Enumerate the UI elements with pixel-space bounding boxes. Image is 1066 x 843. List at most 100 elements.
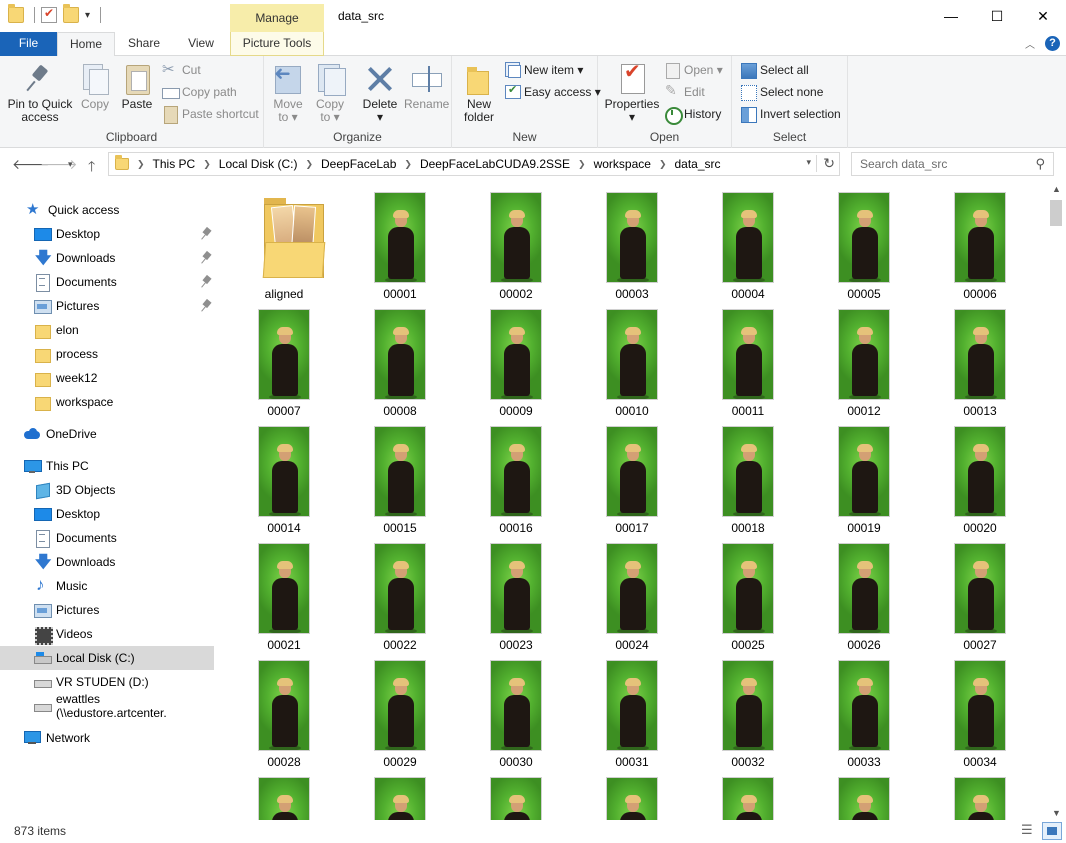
image-file-item[interactable]: 00022 [350, 531, 450, 652]
image-file-item[interactable] [698, 765, 798, 820]
image-file-item[interactable]: 00024 [582, 531, 682, 652]
select-all-button[interactable]: Select all [740, 60, 809, 80]
easy-access-button[interactable]: Easy access ▾ [504, 82, 601, 102]
image-file-item[interactable]: 00023 [466, 531, 566, 652]
details-view-icon[interactable] [1018, 822, 1038, 840]
nav-pc-desktop[interactable]: Desktop [0, 502, 214, 526]
image-file-item[interactable]: 00015 [350, 414, 450, 535]
image-file-item[interactable]: 00017 [582, 414, 682, 535]
vertical-scrollbar[interactable]: ▲ ▼ [1048, 180, 1065, 820]
nav-qa-workspace[interactable]: workspace [0, 390, 214, 414]
nav-pc-local-disk[interactable]: Local Disk (C:) [0, 646, 214, 670]
chevron-right-icon[interactable]: ❯ [659, 159, 667, 170]
nav-qa-elon[interactable]: elon [0, 318, 214, 342]
folder-item-aligned[interactable]: aligned [234, 180, 334, 301]
image-file-item[interactable]: 00031 [582, 648, 682, 769]
nav-quick-access[interactable]: Quick access [0, 198, 214, 222]
nav-this-pc[interactable]: This PC [0, 454, 214, 478]
image-file-item[interactable]: 00010 [582, 297, 682, 418]
tab-view[interactable]: View [176, 32, 226, 56]
nav-pc-downloads[interactable]: Downloads [0, 550, 214, 578]
folder-icon[interactable] [8, 4, 24, 23]
nav-pc-vr-studen[interactable]: VR STUDEN (D:) [0, 670, 214, 694]
nav-qa-desktop[interactable]: Desktop [0, 222, 214, 246]
scrollbar-thumb[interactable] [1050, 200, 1062, 226]
image-file-item[interactable]: 00029 [350, 648, 450, 769]
image-file-item[interactable]: 00014 [234, 414, 334, 535]
image-file-item[interactable]: 00008 [350, 297, 450, 418]
nav-onedrive[interactable]: OneDrive [0, 422, 214, 446]
breadcrumb-deepfacelab[interactable]: DeepFaceLab [321, 157, 396, 171]
image-file-item[interactable]: 00028 [234, 648, 334, 769]
collapse-ribbon-icon[interactable]: ︿ [1025, 36, 1035, 51]
chevron-right-icon[interactable]: ❯ [404, 159, 412, 170]
paste-shortcut-button[interactable]: Paste shortcut [162, 104, 259, 124]
maximize-button[interactable]: ☐ [974, 0, 1020, 32]
move-to-button[interactable]: Move to ▾ [270, 62, 306, 124]
nav-qa-week12[interactable]: week12 [0, 366, 214, 390]
image-file-item[interactable]: 00007 [234, 297, 334, 418]
image-file-item[interactable] [582, 765, 682, 820]
nav-qa-process[interactable]: process [0, 342, 214, 366]
recent-locations-chevron-icon[interactable]: ▾ [68, 159, 73, 170]
tab-picture-tools[interactable]: Picture Tools [230, 32, 324, 56]
chevron-right-icon[interactable]: ❯ [578, 159, 586, 170]
tab-home[interactable]: Home [57, 32, 115, 57]
image-file-item[interactable]: 00006 [930, 180, 1030, 301]
image-file-item[interactable]: 00011 [698, 297, 798, 418]
nav-qa-documents[interactable]: Documents [0, 270, 214, 294]
image-file-item[interactable]: 00002 [466, 180, 566, 301]
scroll-down-icon[interactable]: ▼ [1052, 808, 1061, 818]
customize-toolbar-dropdown-icon[interactable]: ▾ [85, 10, 90, 21]
image-file-item[interactable]: 00025 [698, 531, 798, 652]
image-file-item[interactable] [234, 765, 334, 820]
nav-network[interactable]: Network [0, 726, 214, 750]
nav-qa-downloads[interactable]: Downloads [0, 246, 214, 274]
nav-pc-3d-objects[interactable]: 3D Objects [0, 478, 214, 502]
search-input[interactable]: Search data_src ⚲ [851, 152, 1054, 176]
image-file-item[interactable] [350, 765, 450, 820]
delete-button[interactable]: Delete ▾ [360, 62, 400, 124]
pin-to-quick-access-button[interactable]: Pin to Quick access [6, 62, 74, 124]
image-file-item[interactable]: 00018 [698, 414, 798, 535]
image-file-item[interactable]: 00020 [930, 414, 1030, 535]
close-button[interactable]: ✕ [1020, 0, 1066, 32]
address-bar[interactable]: ❯ This PC ❯ Local Disk (C:) ❯ DeepFaceLa… [108, 152, 840, 176]
invert-selection-button[interactable]: Invert selection [740, 104, 841, 124]
address-dropdown-icon[interactable]: ▾ [806, 157, 811, 168]
image-file-item[interactable]: 00003 [582, 180, 682, 301]
scroll-up-icon[interactable]: ▲ [1052, 184, 1061, 194]
properties-icon[interactable] [41, 6, 57, 23]
image-file-item[interactable] [814, 765, 914, 820]
image-file-item[interactable]: 00033 [814, 648, 914, 769]
breadcrumb-data-src[interactable]: data_src [675, 157, 721, 171]
tab-share[interactable]: Share [119, 32, 169, 56]
breadcrumb-local-disk[interactable]: Local Disk (C:) [219, 157, 298, 171]
refresh-icon[interactable]: ↻ [816, 155, 835, 172]
properties-button[interactable]: Properties ▾ [604, 62, 660, 124]
edit-button[interactable]: Edit [664, 82, 705, 102]
image-file-item[interactable]: 00004 [698, 180, 798, 301]
image-file-item[interactable]: 00030 [466, 648, 566, 769]
open-button[interactable]: Open ▾ [664, 60, 723, 80]
image-file-item[interactable]: 00026 [814, 531, 914, 652]
image-file-item[interactable]: 00021 [234, 531, 334, 652]
chevron-right-icon[interactable]: ❯ [203, 159, 211, 170]
rename-button[interactable]: Rename [404, 62, 449, 111]
image-file-item[interactable]: 00001 [350, 180, 450, 301]
paste-button[interactable]: Paste [118, 62, 156, 111]
nav-pc-pictures[interactable]: Pictures [0, 598, 214, 622]
image-file-item[interactable]: 00013 [930, 297, 1030, 418]
select-none-button[interactable]: Select none [740, 82, 823, 102]
copy-path-button[interactable]: Copy path [162, 82, 237, 102]
nav-pc-documents[interactable]: Documents [0, 526, 214, 550]
minimize-button[interactable]: — [928, 0, 974, 32]
image-file-item[interactable]: 00016 [466, 414, 566, 535]
image-file-item[interactable]: 00034 [930, 648, 1030, 769]
breadcrumb-this-pc[interactable]: This PC [153, 157, 196, 171]
image-file-item[interactable] [930, 765, 1030, 820]
breadcrumb-workspace[interactable]: workspace [594, 157, 651, 171]
pin-icon[interactable] [202, 276, 210, 288]
image-file-item[interactable]: 00012 [814, 297, 914, 418]
chevron-right-icon[interactable]: ❯ [305, 159, 313, 170]
